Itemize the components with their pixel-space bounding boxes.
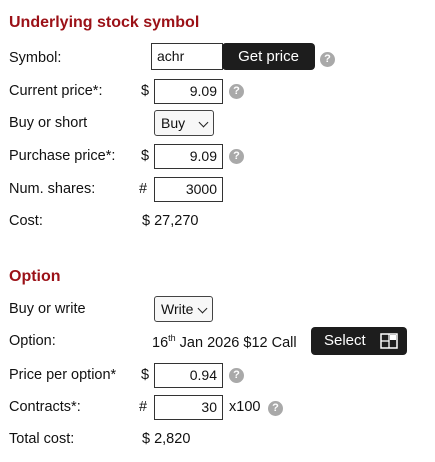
num-shares-input[interactable]: 3000	[154, 177, 223, 202]
buy-or-short-label: Buy or short	[9, 115, 88, 131]
option-description: Jan 2026 $12 Call	[175, 334, 297, 351]
num-shares-prefix: #	[139, 181, 148, 197]
buy-or-write-label: Buy or write	[9, 301, 86, 317]
buy-or-short-value: Buy	[161, 115, 186, 131]
contracts-label: Contracts*:	[9, 399, 81, 415]
option-section-title: Option	[9, 268, 61, 285]
buy-or-short-select[interactable]: Buy	[154, 110, 214, 136]
num-shares-label: Num. shares:	[9, 181, 96, 197]
current-price-input[interactable]: 9.09	[154, 79, 223, 104]
total-cost-value: $ 2,820	[142, 431, 191, 447]
symbol-label: Symbol:	[9, 50, 62, 66]
cost-label: Cost:	[9, 213, 43, 229]
help-icon[interactable]: ?	[229, 149, 244, 164]
chevron-down-icon	[197, 303, 208, 314]
buy-or-write-value: Write	[161, 301, 194, 317]
current-price-label: Current price*:	[9, 83, 103, 99]
select-option-button[interactable]: Select	[311, 327, 407, 355]
buy-or-write-select[interactable]: Write	[154, 296, 213, 322]
purchase-price-input[interactable]: 9.09	[154, 144, 223, 169]
select-option-label: Select	[324, 332, 366, 349]
price-per-option-label: Price per option*	[9, 367, 117, 383]
contracts-multiplier: x100	[229, 399, 261, 415]
symbol-input[interactable]: achr	[151, 43, 223, 70]
price-per-option-input[interactable]: 0.94	[154, 363, 223, 388]
help-icon[interactable]: ?	[268, 401, 283, 416]
cost-value: $ 27,270	[142, 213, 199, 229]
current-price-currency: $	[141, 83, 150, 99]
price-per-option-currency: $	[141, 367, 150, 383]
purchase-price-currency: $	[141, 148, 150, 164]
option-label: Option:	[9, 333, 56, 349]
contracts-prefix: #	[139, 399, 148, 415]
purchase-price-label: Purchase price*:	[9, 148, 116, 164]
contracts-input[interactable]: 30	[154, 395, 223, 420]
option-contract-text: 16th Jan 2026 $12 Call	[152, 333, 297, 351]
help-icon[interactable]: ?	[229, 84, 244, 99]
get-price-button[interactable]: Get price	[222, 43, 315, 70]
option-day-suffix: th	[168, 333, 176, 343]
expand-table-icon	[380, 333, 398, 349]
total-cost-label: Total cost:	[9, 431, 75, 447]
help-icon[interactable]: ?	[229, 368, 244, 383]
help-icon[interactable]: ?	[320, 52, 335, 67]
chevron-down-icon	[198, 117, 209, 128]
underlying-section-title: Underlying stock symbol	[9, 14, 200, 31]
option-day: 16	[152, 334, 169, 351]
